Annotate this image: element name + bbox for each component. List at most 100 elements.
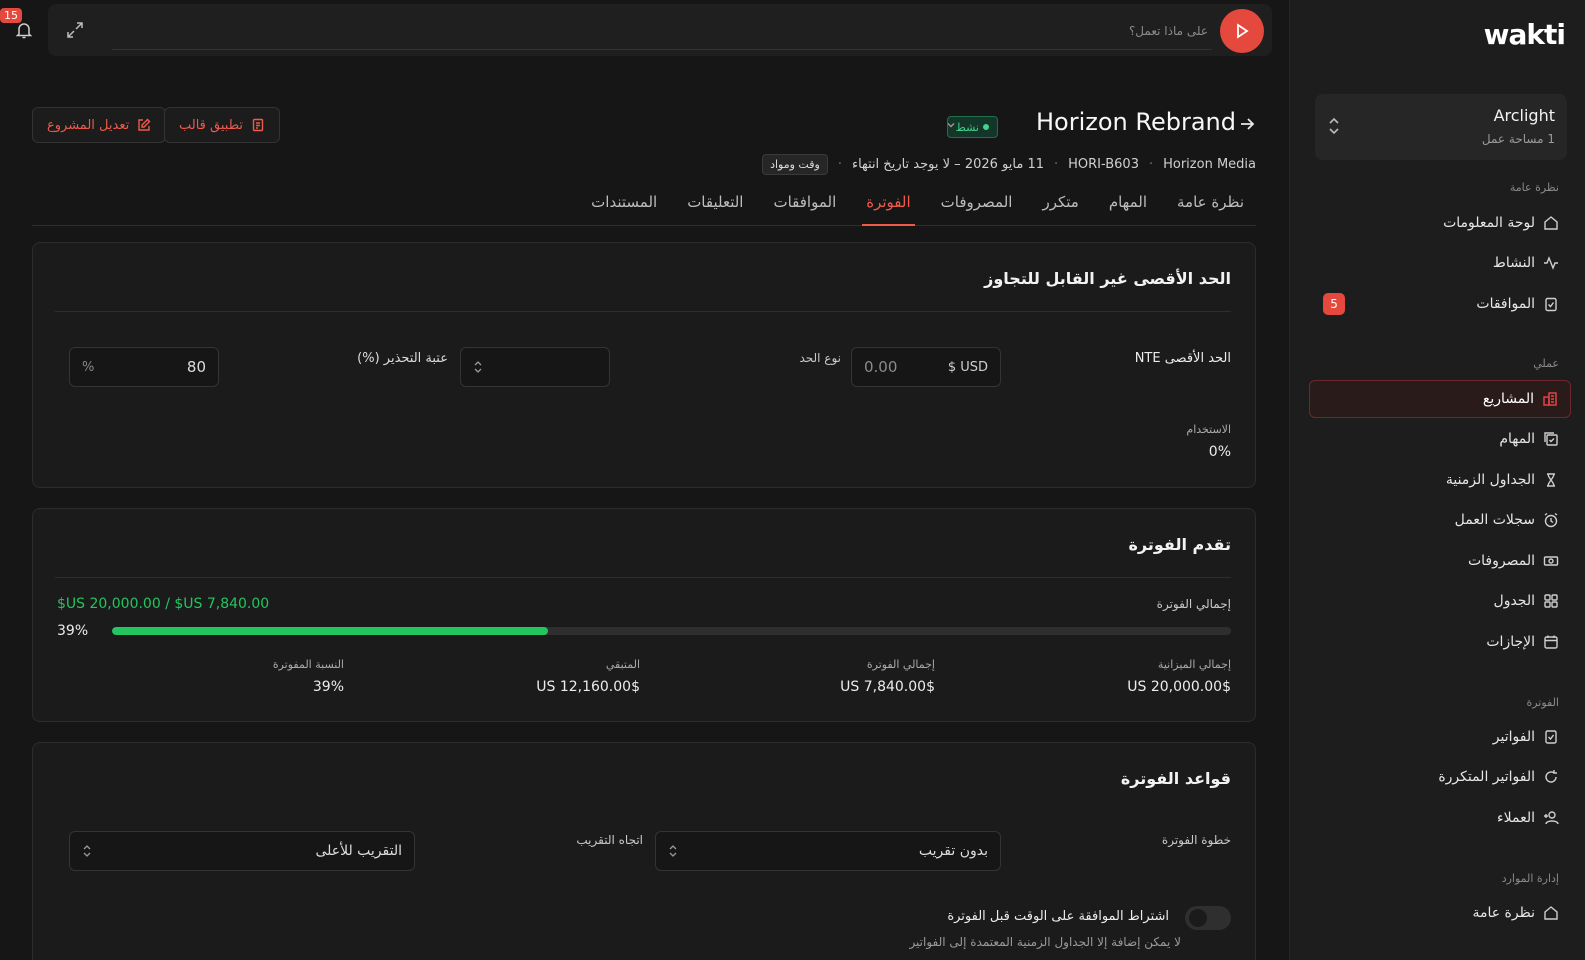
rules-title: قواعد الفوترة <box>1120 769 1231 788</box>
workspace-count: 1 مساحة عمل <box>1481 132 1555 146</box>
tab-comments[interactable]: التعليقات <box>683 190 747 226</box>
rounding-direction-select[interactable]: التقريب للأعلى <box>69 831 415 871</box>
usage-label: الاستخدام <box>1186 423 1231 436</box>
require-approval-label: اشتراط الموافقة على الوقت قبل الفوترة <box>947 909 1169 924</box>
sidebar-item-approvals[interactable]: الموافقات 5 <box>1309 285 1571 323</box>
amount-placeholder: 0.00 <box>864 358 898 376</box>
invoice-icon <box>1545 730 1557 744</box>
apply-template-button[interactable]: تطبيق قالب <box>164 107 281 143</box>
sidebar-item-dashboard[interactable]: لوحة المعلومات <box>1309 204 1571 242</box>
grid-icon <box>1544 594 1558 608</box>
require-approval-description: لا يمكن إضافة إلا الجداول الزمنية المعتم… <box>909 935 1181 949</box>
sidebar-item-timesheets[interactable]: الجداول الزمنية <box>1309 461 1571 499</box>
sidebar-item-label: الإجازات <box>1486 634 1535 650</box>
tab-tasks[interactable]: المهام <box>1105 190 1151 226</box>
sidebar-item-label: لوحة المعلومات <box>1443 215 1535 231</box>
sidebar-item-label: العملاء <box>1497 810 1535 826</box>
start-timer-button[interactable] <box>1220 9 1264 53</box>
billing-progress-card: تقدم الفوترة إجمالي الفوترة $US 20,000.0… <box>32 508 1256 722</box>
billing-progress-fill <box>112 627 549 635</box>
tab-documents[interactable]: المستندات <box>587 190 661 226</box>
require-approval-toggle[interactable] <box>1185 906 1231 930</box>
template-icon <box>252 118 264 132</box>
sidebar-item-label: الفواتير <box>1492 729 1535 745</box>
wakti-logo[interactable]: wakti <box>1484 18 1566 51</box>
activity-icon <box>1544 256 1558 270</box>
billing-step-label: خطوة الفوترة <box>1161 833 1231 847</box>
stat-value-billed-percent: 39% <box>312 679 344 695</box>
sidebar-item-label: المهام <box>1499 431 1535 447</box>
apply-template-label: تطبيق قالب <box>179 117 244 133</box>
home-icon <box>1544 216 1558 230</box>
workspace-name: Arclight <box>1493 106 1555 125</box>
tab-recurring[interactable]: متكرر <box>1038 190 1082 226</box>
billing-progress-bar <box>112 627 1231 635</box>
sidebar-item-label: المصروفات <box>1467 553 1535 569</box>
section-label-billing: الفوترة <box>1526 696 1559 709</box>
status-dot <box>983 124 989 130</box>
stat-label-remaining: المتبقي <box>605 658 640 671</box>
approvals-count-badge: 5 <box>1323 293 1345 315</box>
stat-value-total-billed: $US 7,840.00 <box>840 679 935 695</box>
command-bar <box>48 4 1272 56</box>
what-are-you-working-on-input[interactable] <box>112 12 1212 50</box>
status-label: نشط <box>955 120 979 134</box>
percent-sign: % <box>82 359 95 375</box>
stat-label-total-budget: إجمالي الميزانية <box>1157 658 1231 671</box>
nte-title: الحد الأقصى غير القابل للتجاوز <box>984 269 1231 288</box>
sidebar-item-invoices[interactable]: الفواتير <box>1309 718 1571 756</box>
sidebar-item-label: الجدول <box>1493 593 1535 609</box>
sidebar-item-activity[interactable]: النشاط <box>1309 244 1571 282</box>
billing-percent: 39% <box>57 623 89 639</box>
edit-project-button[interactable]: تعديل المشروع <box>32 107 167 143</box>
bell-icon[interactable] <box>14 20 34 40</box>
warning-threshold-input[interactable]: 80 % <box>69 347 219 387</box>
stat-value-remaining: $US 12,160.00 <box>536 679 640 695</box>
sidebar-item-leaves[interactable]: الإجازات <box>1309 623 1571 661</box>
back-arrow-icon[interactable] <box>1238 115 1256 133</box>
sidebar-item-clients[interactable]: العملاء <box>1309 799 1571 837</box>
home-icon <box>1544 906 1558 920</box>
chevron-updown-icon <box>1329 117 1339 135</box>
nte-card: الحد الأقصى غير القابل للتجاوز الحد الأق… <box>32 242 1256 488</box>
sidebar-item-recurring-invoices[interactable]: الفواتير المتكررة <box>1309 758 1571 796</box>
billing-step-value: بدون تقريب <box>918 843 988 859</box>
project-meta: Horizon Media · HORI-B603 · 11 مايو 2026… <box>762 154 1256 175</box>
nte-amount-input[interactable]: USD $ 0.00 <box>851 347 1001 387</box>
billing-step-select[interactable]: بدون تقريب <box>655 831 1001 871</box>
project-code: HORI-B603 <box>1068 157 1139 172</box>
project-title: Horizon Rebrand <box>1035 108 1236 136</box>
tab-expenses[interactable]: المصروفات <box>937 190 1017 226</box>
refresh-icon <box>1545 770 1557 783</box>
sidebar-item-expenses[interactable]: المصروفات <box>1309 542 1571 580</box>
project-dates: 11 مايو 2026 – لا يوجد تاريخ انتهاء <box>851 157 1044 172</box>
sidebar-item-label: المشاريع <box>1482 391 1534 407</box>
tab-billing[interactable]: الفوترة <box>862 190 915 226</box>
sidebar-item-resources-overview[interactable]: نظرة عامة <box>1309 894 1571 932</box>
sidebar-item-work-logs[interactable]: سجلات العمل <box>1309 501 1571 539</box>
expand-icon[interactable] <box>66 21 84 39</box>
sidebar-item-tasks[interactable]: المهام <box>1309 420 1571 458</box>
divider <box>55 577 1231 578</box>
sidebar-item-projects[interactable]: المشاريع <box>1309 380 1571 418</box>
meta-separator: · <box>837 157 842 172</box>
warning-threshold-label: عتبة التحذير (%) <box>357 351 448 366</box>
chevron-down-icon[interactable] <box>946 120 956 130</box>
section-label-my-work: عملي <box>1533 357 1559 370</box>
tasks-icon <box>1544 432 1558 446</box>
sidebar-item-schedule[interactable]: الجدول <box>1309 582 1571 620</box>
tab-overview[interactable]: نظرة عامة <box>1173 190 1248 226</box>
limit-type-select[interactable] <box>460 347 610 387</box>
currency-label: USD $ <box>947 359 988 375</box>
section-label-overview: نظرة عامة <box>1509 181 1559 194</box>
alarm-icon <box>1544 512 1558 528</box>
billing-summary: $US 20,000.00 / $US 7,840.00 <box>57 596 270 612</box>
tab-approvals[interactable]: الموافقات <box>769 190 840 226</box>
toggle-knob <box>1189 909 1207 927</box>
nte-max-label: الحد الأقصى NTE <box>1134 351 1231 366</box>
workspace-switcher[interactable]: Arclight 1 مساحة عمل <box>1315 94 1567 160</box>
billing-type-tag: وقت ومواد <box>762 154 828 175</box>
sidebar-item-label: الجداول الزمنية <box>1445 472 1535 488</box>
calendar-icon <box>1544 635 1558 649</box>
sidebar-item-label: سجلات العمل <box>1454 512 1535 528</box>
